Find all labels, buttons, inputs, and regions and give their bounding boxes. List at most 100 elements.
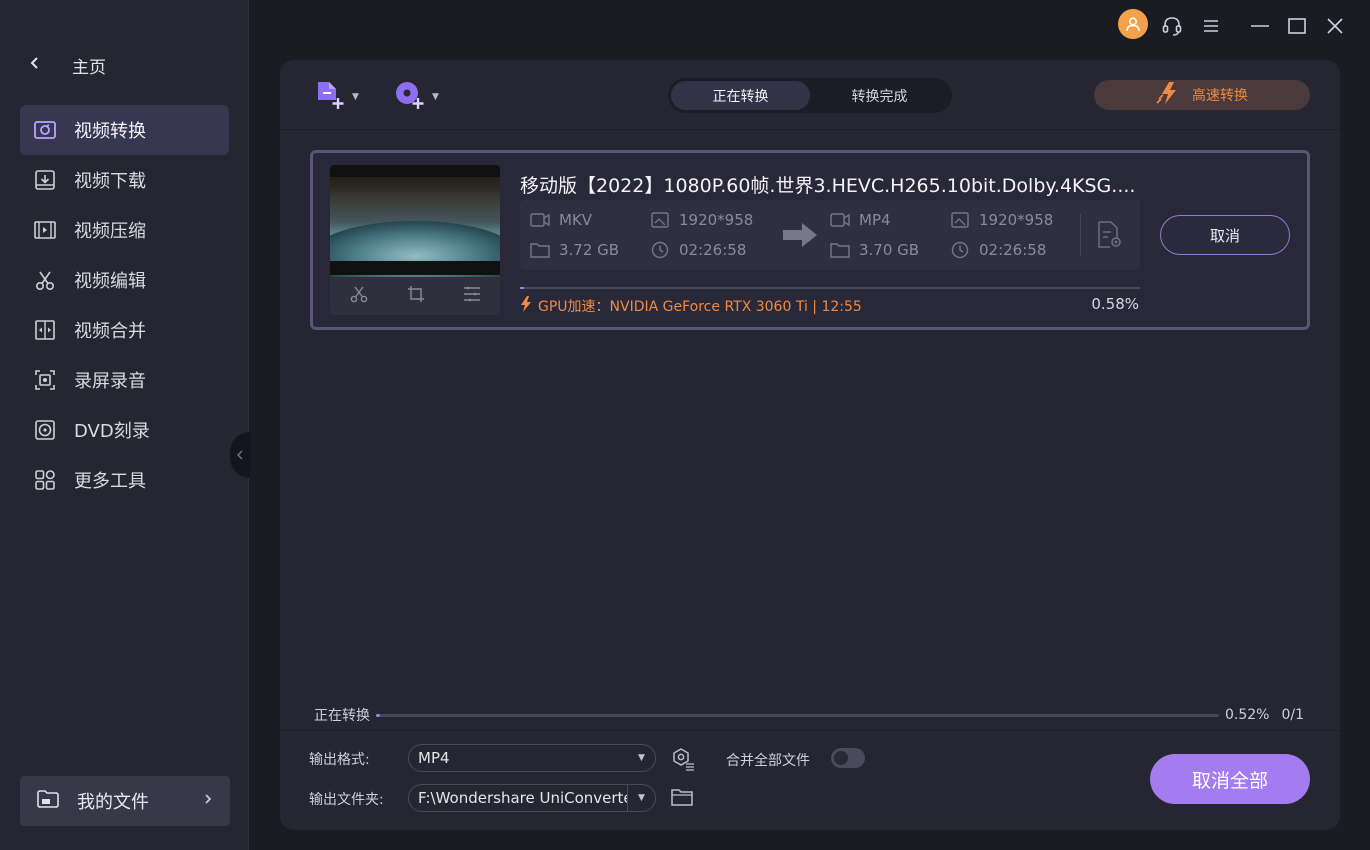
resolution-icon [950, 210, 970, 230]
dvd-icon [33, 418, 57, 442]
target-size: 3.70 GB [830, 240, 919, 260]
thumbnail-toolbar [330, 277, 500, 315]
compress-icon [33, 218, 57, 242]
output-folder-value: F:\Wondershare UniConverte [418, 789, 627, 807]
video-camera-icon [530, 210, 550, 230]
sidebar-item-label: 视频压缩 [74, 221, 146, 242]
home-label: 主页 [72, 57, 106, 78]
crop-icon[interactable] [407, 285, 425, 307]
cancel-button[interactable]: 取消 [1160, 215, 1290, 255]
my-files-label: 我的文件 [77, 792, 149, 813]
merge-all-toggle[interactable] [831, 748, 865, 768]
sidebar-item-video-compress[interactable]: 视频压缩 [20, 205, 229, 255]
task-percent: 0.58% [1091, 295, 1139, 313]
letterbox-top [330, 165, 500, 177]
sidebar-item-label: 视频下载 [74, 171, 146, 192]
trim-scissors-icon[interactable] [349, 285, 369, 307]
output-format-select[interactable]: MP4 ▼ [408, 744, 656, 772]
sidebar-item-label: 录屏录音 [74, 371, 146, 392]
maximize-icon[interactable] [1282, 11, 1312, 41]
folder-icon [530, 240, 550, 260]
sidebar-item-screen-record[interactable]: 录屏录音 [20, 355, 229, 405]
sidebar-item-label: 视频编辑 [74, 271, 146, 292]
chevron-down-icon: ▼ [627, 785, 655, 811]
toggle-knob [834, 751, 848, 765]
video-convert-icon [33, 118, 57, 142]
minimize-icon[interactable] [1245, 11, 1275, 41]
letterbox-bottom [330, 261, 500, 275]
task-progress-fill [520, 287, 524, 289]
scissors-icon [33, 268, 57, 292]
gpu-text: GPU加速：NVIDIA GeForce RTX 3060 Ti | 12:55 [538, 299, 862, 315]
conversion-tabs: 正在转换 转换完成 [668, 78, 952, 113]
conversion-task-card: 移动版【2022】1080P.60帧.世界3.HEVC.H265.10bit.D… [310, 150, 1310, 330]
video-thumbnail-panel [330, 165, 500, 315]
merge-all-label: 合并全部文件 [726, 753, 810, 769]
merge-icon [33, 318, 57, 342]
sidebar-item-video-merge[interactable]: 视频合并 [20, 305, 229, 355]
gpu-acceleration-info: GPU加速：NVIDIA GeForce RTX 3060 Ti | 12:55 [520, 296, 862, 316]
footer-divider [280, 730, 1340, 731]
home-link[interactable]: 主页 [30, 52, 106, 78]
task-count: 0/1 [1281, 707, 1304, 723]
info-divider [1080, 214, 1081, 256]
resolution-icon [650, 210, 670, 230]
fast-convert-label: 高速转换 [1192, 88, 1248, 104]
screen-record-icon [33, 368, 57, 392]
video-thumbnail[interactable] [330, 165, 500, 291]
clock-icon [950, 240, 970, 260]
main-panel: ▼ ▼ 正在转换 转换完成 高速转换 移动版【2022】1080P.60帧.世界… [280, 60, 1340, 830]
output-settings-icon[interactable] [1096, 220, 1124, 254]
source-format: MKV [530, 210, 592, 230]
sidebar-item-video-edit[interactable]: 视频编辑 [20, 255, 229, 305]
add-disc-icon [394, 80, 426, 114]
avatar[interactable] [1118, 9, 1148, 39]
sidebar-item-more-tools[interactable]: 更多工具 [20, 455, 229, 505]
tab-completed[interactable]: 转换完成 [810, 81, 949, 110]
overall-progress-row: 正在转换 0.52% 0/1 [314, 705, 1304, 725]
overall-progress-bar [376, 713, 1219, 717]
format-settings-icon[interactable] [671, 747, 695, 775]
chevron-down-icon: ▼ [352, 92, 359, 102]
sidebar-item-video-convert[interactable]: 视频转换 [20, 105, 229, 155]
sidebar-nav: 视频转换 视频下载 视频压缩 视频编辑 视频合并 录屏录音 DVD刻录 更多工具 [20, 105, 229, 505]
add-file-icon [314, 80, 346, 114]
chevron-right-icon [204, 793, 212, 809]
sidebar-item-video-download[interactable]: 视频下载 [20, 155, 229, 205]
output-format-value: MP4 [418, 749, 450, 767]
open-folder-icon[interactable] [671, 788, 693, 810]
folder-icon [830, 240, 850, 260]
support-headset-icon[interactable] [1157, 11, 1187, 41]
grid-icon [33, 468, 57, 492]
source-size: 3.72 GB [530, 240, 619, 260]
sidebar-item-label: 视频转换 [74, 121, 146, 142]
source-duration: 02:26:58 [650, 240, 746, 260]
sidebar-item-dvd-burn[interactable]: DVD刻录 [20, 405, 229, 455]
lightning-icon [1156, 81, 1182, 109]
sidebar-item-label: 视频合并 [74, 321, 146, 342]
download-icon [33, 168, 57, 192]
app-window: 主页 视频转换 视频下载 视频压缩 视频编辑 视频合并 录屏录音 DVD刻录 更… [0, 0, 1370, 850]
menu-icon[interactable] [1196, 11, 1226, 41]
overall-progress-fill [376, 713, 381, 717]
my-files-button[interactable]: 我的文件 [20, 776, 230, 826]
add-disc-button[interactable]: ▼ [394, 80, 439, 114]
chevron-down-icon: ▼ [638, 753, 645, 763]
sidebar: 主页 视频转换 视频下载 视频压缩 视频编辑 视频合并 录屏录音 DVD刻录 更… [0, 0, 249, 850]
file-info-box: MKV 3.72 GB 1920*958 02:26:58 MP4 3.70 G… [520, 200, 1140, 270]
target-duration: 02:26:58 [950, 240, 1046, 260]
target-format: MP4 [830, 210, 891, 230]
tab-converting[interactable]: 正在转换 [671, 81, 810, 110]
close-icon[interactable] [1320, 11, 1350, 41]
toolbar-divider [280, 129, 1340, 130]
video-camera-icon [830, 210, 850, 230]
add-file-button[interactable]: ▼ [314, 80, 359, 114]
chevron-left-icon [30, 56, 50, 74]
lightning-icon [520, 296, 532, 316]
fast-convert-button[interactable]: 高速转换 [1094, 80, 1310, 110]
cancel-all-button[interactable]: 取消全部 [1150, 754, 1310, 804]
arrow-right-icon [782, 222, 818, 252]
overall-percent: 0.52% [1224, 707, 1270, 723]
output-folder-select[interactable]: F:\Wondershare UniConverte ▼ [408, 784, 656, 812]
effects-list-icon[interactable] [463, 286, 481, 306]
